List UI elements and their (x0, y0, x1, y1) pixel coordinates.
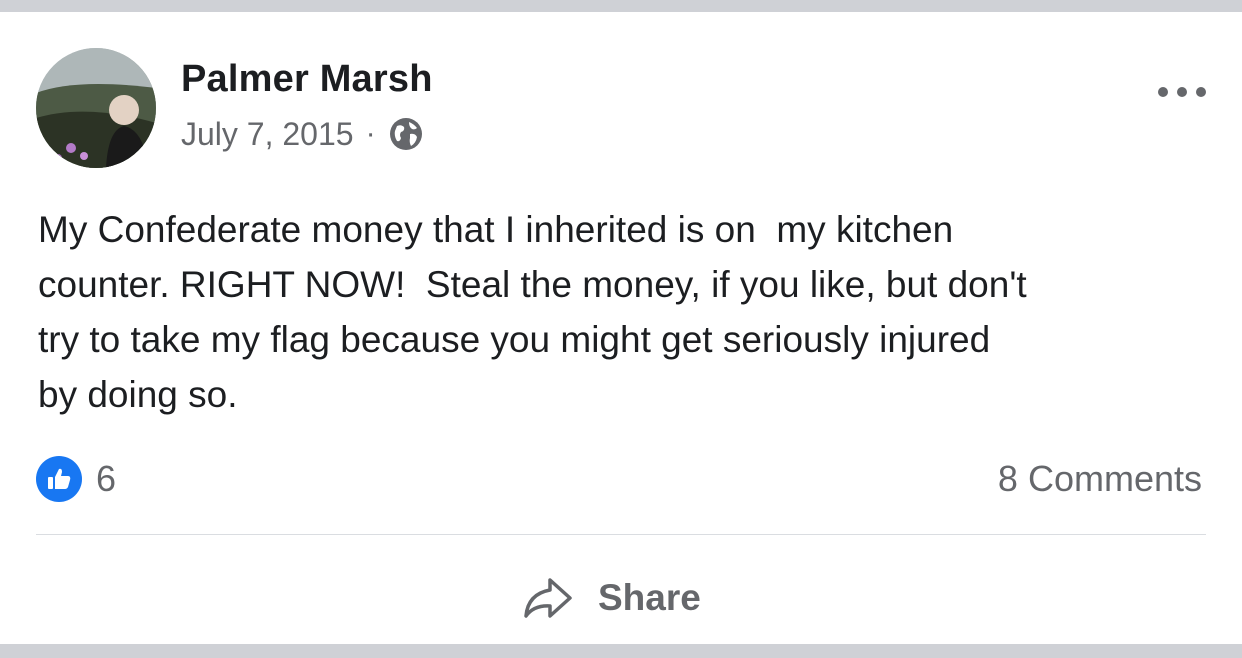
share-icon (524, 578, 572, 618)
more-options-icon[interactable] (1158, 82, 1206, 102)
thumbs-up-icon (36, 456, 82, 502)
post-card: Palmer Marsh July 7, 2015 · My Confedera… (0, 12, 1242, 644)
share-label: Share (598, 577, 701, 618)
reactions-summary[interactable]: 6 (36, 456, 116, 502)
author-name[interactable]: Palmer Marsh (181, 58, 433, 101)
avatar-photo (36, 48, 156, 168)
globe-icon (388, 116, 424, 152)
avatar[interactable] (36, 48, 156, 168)
meta-separator: · (365, 117, 376, 150)
post-date[interactable]: July 7, 2015 (181, 116, 354, 153)
comments-count-link[interactable]: 8 Comments (998, 456, 1202, 502)
divider (36, 534, 1206, 535)
reaction-count: 6 (96, 458, 117, 499)
post-meta: July 7, 2015 · (181, 114, 424, 154)
share-button[interactable]: Share (520, 566, 701, 630)
post-text: My Confederate money that I inherited is… (38, 209, 1027, 415)
